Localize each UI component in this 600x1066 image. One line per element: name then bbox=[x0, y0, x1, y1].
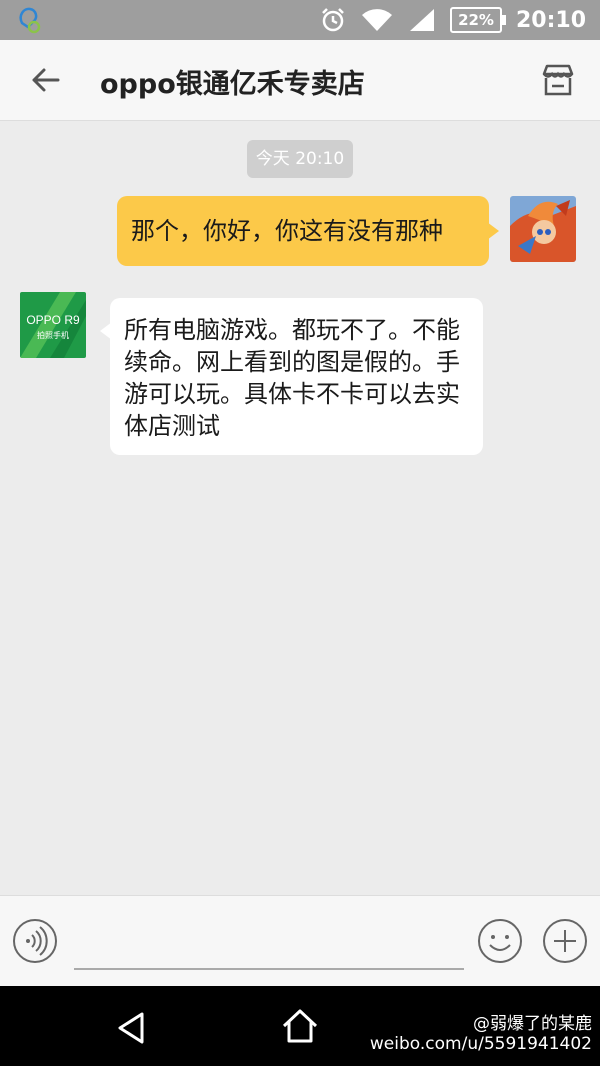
shop-avatar[interactable]: OPPO R9 拍照手机 bbox=[20, 292, 86, 358]
shop-avatar-image: OPPO R9 拍照手机 bbox=[20, 292, 86, 358]
notification-icon bbox=[19, 7, 41, 34]
input-bar bbox=[0, 895, 600, 987]
voice-icon[interactable] bbox=[12, 918, 58, 964]
arrow-left-icon[interactable] bbox=[28, 62, 64, 98]
wifi-icon bbox=[362, 9, 393, 31]
signal-icon bbox=[410, 9, 435, 31]
user-avatar-image bbox=[510, 196, 576, 262]
shop-avatar-tagline: 拍照手机 bbox=[37, 330, 69, 340]
store-icon[interactable] bbox=[538, 60, 578, 100]
page-title: oppo银通亿禾专卖店 bbox=[100, 69, 365, 100]
plus-icon[interactable] bbox=[542, 918, 588, 964]
battery-indicator: 22% bbox=[450, 7, 506, 33]
outgoing-message-bubble[interactable]: 那个，你好，你这有没有那种 bbox=[117, 196, 499, 266]
status-icons: 22% 20:10 bbox=[320, 0, 586, 40]
system-nav-bar: @弱爆了的某鹿 weibo.com/u/5591941402 bbox=[0, 986, 600, 1066]
emoji-icon[interactable] bbox=[477, 918, 523, 964]
alarm-icon bbox=[322, 8, 344, 32]
user-avatar[interactable] bbox=[510, 196, 576, 262]
incoming-message-bubble[interactable]: 所有电脑游戏。都玩不了。不能续命。网上看到的图是假的。手游可以玩。具体卡不卡可以… bbox=[100, 298, 483, 455]
clock: 20:10 bbox=[515, 7, 586, 33]
watermark-handle: @弱爆了的某鹿 bbox=[473, 1014, 592, 1034]
weibo-watermark: @弱爆了的某鹿 weibo.com/u/5591941402 bbox=[370, 1014, 592, 1054]
message-input[interactable] bbox=[74, 916, 464, 970]
shop-avatar-brand: OPPO R9 bbox=[26, 313, 80, 327]
chat-header: oppo银通亿禾专卖店 bbox=[0, 40, 600, 121]
status-bar: 22% 20:10 bbox=[0, 0, 600, 40]
watermark-url: weibo.com/u/5591941402 bbox=[369, 1034, 592, 1054]
nav-home-icon[interactable] bbox=[280, 1006, 320, 1046]
chat-area[interactable]: 今天 20:10 那个，你好，你这有没有那种 OPPO R9 拍照手机 所有电脑… bbox=[0, 120, 600, 895]
message-timestamp: 今天 20:10 bbox=[247, 140, 353, 178]
nav-back-icon[interactable] bbox=[112, 1008, 152, 1048]
battery-level: 22% bbox=[458, 11, 494, 29]
